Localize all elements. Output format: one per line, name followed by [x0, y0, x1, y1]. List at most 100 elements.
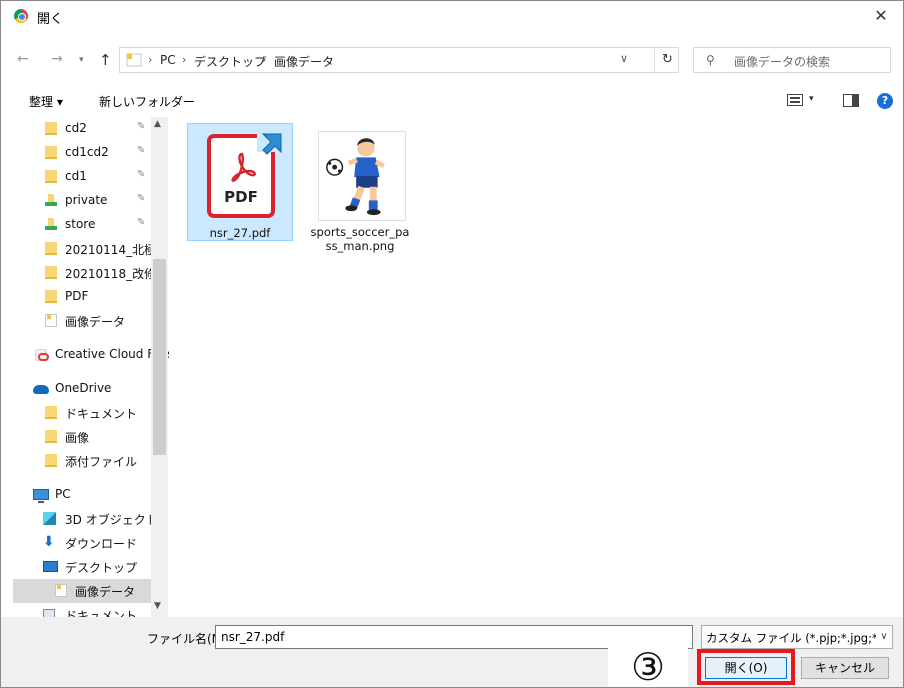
file-type-select[interactable]: カスタム ファイル (*.pjp;*.jpg;*.pjpeg ∨ — [701, 625, 893, 649]
nav-item-label: cd1cd2 — [65, 145, 109, 159]
download-folder-icon — [45, 218, 57, 231]
scrollbar-thumb[interactable] — [153, 259, 166, 455]
creative-cloud-icon — [35, 349, 49, 361]
nav-item-label: private — [65, 193, 108, 207]
onedrive-icon — [33, 385, 49, 394]
nav-item-pdf[interactable]: PDF — [13, 285, 153, 309]
nav-item-cd2[interactable]: cd2 ✎ — [13, 117, 153, 141]
download-arrow-icon: ⬇ — [43, 534, 55, 550]
soccer-player-illustration — [326, 138, 385, 216]
acrobat-icon — [231, 152, 256, 182]
file-name-line-1: sports_soccer_pa — [310, 225, 410, 239]
search-placeholder: 画像データの検索 — [734, 55, 831, 69]
nav-item-20210118[interactable]: 20210118_改修後 — [13, 261, 168, 285]
nav-item-pc[interactable]: PC — [13, 483, 153, 507]
nav-item-label: ダウンロード — [65, 537, 138, 551]
document-folder-icon — [55, 584, 67, 597]
dialog-footer: ファイル名(N): nsr_27.pdf カスタム ファイル (*.pjp;*.… — [1, 617, 903, 687]
nav-item-cd1cd2[interactable]: cd1cd2 ✎ — [13, 141, 153, 165]
chevron-down-icon: ∨ — [876, 626, 892, 648]
folder-icon — [45, 122, 57, 135]
nav-item-store[interactable]: store ✎ — [13, 213, 153, 237]
back-arrow-icon[interactable]: ← — [17, 51, 29, 67]
address-bar[interactable]: › PC › デスクトップ › 画像データ ∨ ↻ — [119, 47, 679, 73]
breadcrumb-separator-icon: › — [182, 53, 187, 66]
nav-item-label: ドキュメント — [65, 609, 138, 617]
scroll-up-icon[interactable]: ▲ — [154, 119, 161, 129]
navigation-scrollbar[interactable]: ▲ ▼ — [151, 117, 168, 617]
folder-icon — [45, 406, 57, 419]
breadcrumb-separator-icon: › — [148, 53, 153, 66]
nav-item-desktop-image-data[interactable]: 画像データ — [13, 579, 155, 603]
address-dropdown-icon[interactable]: ∨ — [620, 52, 628, 65]
breadcrumb-desktop[interactable]: デスクトップ — [194, 53, 266, 70]
folder-icon — [45, 242, 57, 255]
search-box[interactable]: ⚲ 画像データの検索 — [693, 47, 891, 73]
view-options-icon[interactable] — [787, 94, 803, 106]
pin-icon: ✎ — [137, 121, 146, 132]
refresh-icon[interactable]: ↻ — [654, 48, 680, 72]
nav-item-onedrive-documents[interactable]: ドキュメント — [13, 401, 153, 425]
nav-item-image-data[interactable]: 画像データ — [13, 309, 153, 333]
nav-item-label: デスクトップ — [65, 561, 138, 575]
file-name: nsr_27.pdf — [209, 226, 271, 240]
nav-item-label: PDF — [65, 289, 89, 303]
organize-menu-button[interactable]: 整理 ▾ — [29, 93, 63, 110]
nav-item-documents[interactable]: ドキュメント — [13, 603, 153, 617]
nav-item-label: 画像データ — [65, 315, 126, 329]
help-icon[interactable]: ? — [877, 93, 893, 109]
nav-item-label: cd2 — [65, 121, 87, 135]
cancel-button[interactable]: キャンセル — [801, 657, 889, 679]
file-name-line-2: ss_man.png — [325, 239, 395, 253]
pdf-label: PDF — [224, 188, 258, 206]
nav-item-cd1[interactable]: cd1 ✎ — [13, 165, 153, 189]
file-open-dialog: 開く ✕ ← → ▾ ↑ › PC › デスクトップ › 画像データ ∨ ↻ ⚲… — [0, 0, 904, 688]
pdf-file-icon: PDF — [199, 130, 282, 222]
pin-icon: ✎ — [137, 169, 146, 180]
breadcrumb-pc[interactable]: PC — [160, 53, 176, 67]
pc-icon — [33, 489, 49, 503]
download-folder-icon — [45, 194, 57, 207]
nav-item-20210114[interactable]: 20210114_北極海 — [13, 237, 168, 261]
documents-icon — [43, 609, 55, 617]
nav-item-onedrive-pictures[interactable]: 画像 — [13, 425, 153, 449]
nav-item-attachments[interactable]: 添付ファイル — [13, 449, 153, 473]
pin-icon: ✎ — [137, 193, 146, 204]
preview-pane-icon[interactable] — [843, 94, 859, 107]
recent-locations-chevron-icon[interactable]: ▾ — [79, 55, 84, 65]
new-folder-button[interactable]: 新しいフォルダー — [99, 93, 195, 110]
nav-item-label: 3D オブジェクト — [65, 513, 158, 527]
nav-item-label: ドキュメント — [65, 407, 138, 421]
file-list: PDF nsr_27.pdf sports_soccer_pa ss_man.p… — [171, 117, 903, 617]
close-button[interactable]: ✕ — [863, 1, 899, 31]
nav-item-label: store — [65, 217, 96, 231]
nav-item-private[interactable]: private ✎ — [13, 189, 153, 213]
file-item-png[interactable]: sports_soccer_pa ss_man.png — [307, 123, 413, 263]
document-folder-icon — [126, 53, 142, 67]
shortcut-arrow-icon — [261, 133, 282, 155]
command-toolbar: 整理 ▾ 新しいフォルダー ▾ ? — [1, 87, 903, 115]
pin-icon: ✎ — [137, 145, 146, 156]
nav-item-label: 画像 — [65, 431, 90, 445]
nav-item-3d-objects[interactable]: 3D オブジェクト — [13, 507, 158, 531]
open-button[interactable]: 開く(O) — [705, 657, 787, 679]
nav-item-label: PC — [55, 487, 71, 501]
nav-item-label: cd1 — [65, 169, 87, 183]
title-bar: 開く ✕ — [1, 1, 903, 31]
forward-arrow-icon[interactable]: → — [51, 51, 63, 67]
step-marker: ③ — [608, 645, 688, 687]
file-item-pdf[interactable]: PDF nsr_27.pdf — [187, 123, 293, 241]
view-options-chevron-icon[interactable]: ▾ — [809, 94, 814, 104]
window-title: 開く — [37, 12, 64, 27]
folder-icon — [45, 266, 57, 279]
up-arrow-icon[interactable]: ↑ — [99, 51, 112, 69]
pin-icon: ✎ — [137, 217, 146, 228]
breadcrumb-image-data[interactable]: 画像データ — [274, 53, 334, 70]
scroll-down-icon[interactable]: ▼ — [154, 601, 161, 611]
navigation-pane: cd2 ✎ cd1cd2 ✎ cd1 ✎ private ✎ store ✎ 2… — [13, 117, 169, 617]
nav-item-downloads[interactable]: ⬇ ダウンロード — [13, 531, 153, 555]
nav-item-onedrive[interactable]: OneDrive — [13, 377, 153, 401]
3d-objects-icon — [43, 512, 56, 525]
nav-item-creative-cloud[interactable]: Creative Cloud Files — [13, 343, 169, 367]
nav-item-desktop[interactable]: デスクトップ — [13, 555, 153, 579]
